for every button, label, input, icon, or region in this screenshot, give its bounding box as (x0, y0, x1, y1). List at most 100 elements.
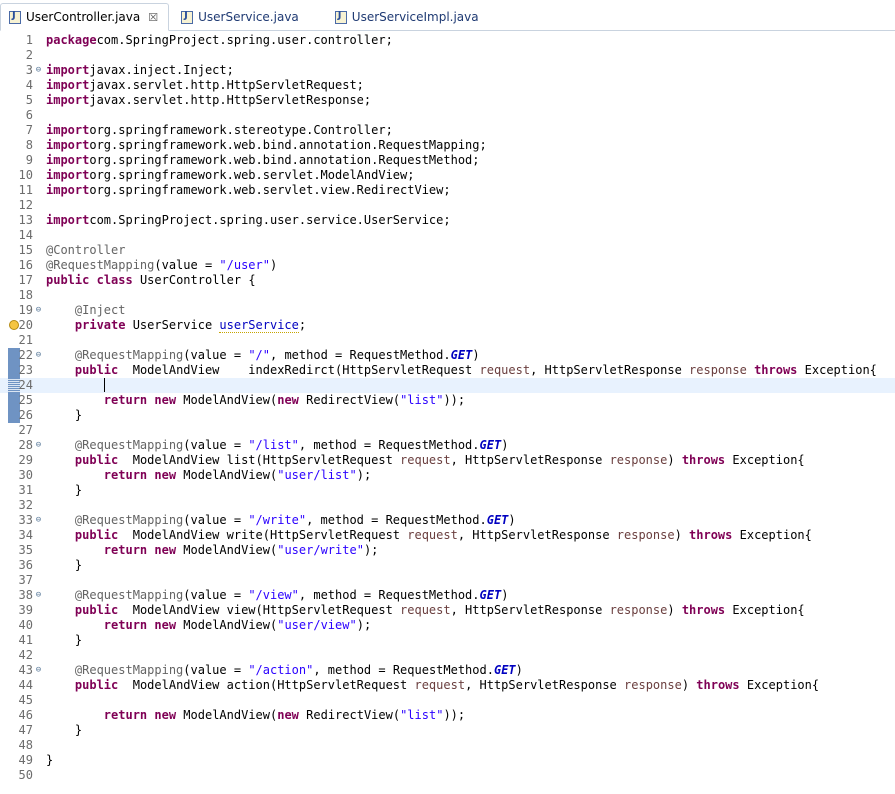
editor-tab-bar: UserController.java ☒ UserService.java U… (0, 0, 895, 31)
code-token: org.springframework.web.servlet.ModelAnd… (89, 168, 415, 182)
code-line[interactable]: 8 importorg.springframework.web.bind.anno… (0, 138, 895, 153)
line-number: 21 (18, 333, 33, 347)
code-line[interactable]: 19 ⊖ @Inject (0, 303, 895, 318)
code-token: return (103, 618, 148, 632)
fold-toggle-icon[interactable]: ⊖ (33, 63, 44, 78)
code-token: GET (486, 513, 509, 527)
code-token: import (46, 63, 90, 77)
code-line[interactable]: 25 return new ModelAndView(new RedirectV… (0, 393, 895, 408)
code-line[interactable]: 45 (0, 693, 895, 708)
code-token: ) (681, 678, 697, 692)
code-text: @Controller (44, 243, 895, 258)
code-token: RedirectView( (298, 393, 401, 407)
fold-toggle-icon[interactable]: ⊖ (33, 438, 44, 453)
code-line[interactable]: 7 importorg.springframework.stereotype.Co… (0, 123, 895, 138)
code-line[interactable]: 3 ⊖ importjavax.inject.Inject; (0, 63, 895, 78)
code-editor[interactable]: 1 packagecom.SpringProject.spring.user.co… (0, 31, 895, 794)
code-line[interactable]: 39 public ModelAndView view(HttpServletR… (0, 603, 895, 618)
code-token: "/write" (248, 513, 307, 527)
code-line[interactable]: 11 importorg.springframework.web.servlet.… (0, 183, 895, 198)
code-line[interactable]: 36 } (0, 558, 895, 573)
code-line[interactable]: 5 importjavax.servlet.http.HttpServletRes… (0, 93, 895, 108)
code-line[interactable]: 48 (0, 738, 895, 753)
code-line[interactable]: 41 } (0, 633, 895, 648)
code-token: new (154, 543, 177, 557)
code-line[interactable]: 16 @RequestMapping(value = "/user") (0, 258, 895, 273)
line-number: 41 (18, 633, 33, 647)
code-line[interactable]: 12 (0, 198, 895, 213)
warning-icon[interactable] (9, 320, 19, 330)
code-token: throws (754, 363, 798, 377)
code-text: importcom.SpringProject.spring.user.serv… (44, 213, 895, 228)
tab-usercontroller[interactable]: UserController.java ☒ (0, 3, 170, 31)
code-line[interactable]: 18 (0, 288, 895, 303)
code-line[interactable]: 17 public class UserController { (0, 273, 895, 288)
code-token: ModelAndView indexRedirct(HttpServletReq… (118, 363, 480, 377)
code-line[interactable]: 27 (0, 423, 895, 438)
code-line[interactable]: 32 (0, 498, 895, 513)
code-token: } (46, 483, 83, 497)
fold-toggle-icon[interactable]: ⊖ (33, 663, 44, 678)
code-token: GET (450, 348, 473, 362)
code-text: public ModelAndView list(HttpServletRequ… (44, 453, 895, 468)
fold-gutter (33, 363, 44, 378)
code-line[interactable]: 21 (0, 333, 895, 348)
code-line[interactable]: 2 (0, 48, 895, 63)
code-line[interactable]: 46 return new ModelAndView(new RedirectV… (0, 708, 895, 723)
code-line[interactable]: 4 importjavax.servlet.http.HttpServletReq… (0, 78, 895, 93)
code-line[interactable]: 47 } (0, 723, 895, 738)
code-token: , method = RequestMethod. (298, 588, 480, 602)
code-line[interactable]: 20 private UserService userService; (0, 318, 895, 333)
code-token: request (400, 453, 451, 467)
fold-toggle-icon[interactable]: ⊖ (33, 348, 44, 363)
code-token: )); (443, 708, 466, 722)
code-line[interactable]: 38 ⊖ @RequestMapping(value = "/view", met… (0, 588, 895, 603)
code-line[interactable]: 43 ⊖ @RequestMapping(value = "/action", m… (0, 663, 895, 678)
code-line[interactable]: 26 } (0, 408, 895, 423)
code-line[interactable]: 37 (0, 573, 895, 588)
code-line[interactable]: 9 importorg.springframework.web.bind.anno… (0, 153, 895, 168)
code-line[interactable]: 14 (0, 228, 895, 243)
fold-toggle-icon[interactable]: ⊖ (33, 588, 44, 603)
code-text: return new ModelAndView("user/list"); (44, 468, 895, 483)
code-token: import (46, 123, 90, 137)
fold-gutter (33, 618, 44, 633)
code-text: } (44, 723, 895, 738)
code-text: public class UserController { (44, 273, 895, 288)
code-line[interactable]: 29 public ModelAndView list(HttpServletR… (0, 453, 895, 468)
code-line[interactable]: 30 return new ModelAndView("user/list"); (0, 468, 895, 483)
code-line[interactable]: 40 return new ModelAndView("user/view"); (0, 618, 895, 633)
code-line[interactable]: 28 ⊖ @RequestMapping(value = "/list", met… (0, 438, 895, 453)
fold-gutter (33, 543, 44, 558)
code-line[interactable]: 15 @Controller (0, 243, 895, 258)
close-icon[interactable]: ☒ (148, 12, 158, 23)
code-line[interactable]: 44 public ModelAndView action(HttpServle… (0, 678, 895, 693)
code-line[interactable]: 50 (0, 768, 895, 783)
tab-userservice[interactable]: UserService.java (173, 4, 309, 30)
code-line[interactable]: 49} (0, 753, 895, 768)
code-line[interactable]: 10 importorg.springframework.web.servlet.… (0, 168, 895, 183)
fold-toggle-icon[interactable]: ⊖ (33, 303, 44, 318)
code-line[interactable]: 6 (0, 108, 895, 123)
code-line[interactable]: 24 (0, 378, 895, 393)
code-line[interactable]: 35 return new ModelAndView("user/write")… (0, 543, 895, 558)
code-line[interactable]: 23 public ModelAndView indexRedirct(Http… (0, 363, 895, 378)
code-token: UserService (125, 318, 220, 332)
code-line[interactable]: 31 } (0, 483, 895, 498)
code-token: , method = RequestMethod. (298, 438, 480, 452)
code-line[interactable]: 33 ⊖ @RequestMapping(value = "/write", me… (0, 513, 895, 528)
code-line[interactable]: 34 public ModelAndView write(HttpServlet… (0, 528, 895, 543)
fold-toggle-icon[interactable]: ⊖ (33, 513, 44, 528)
code-line[interactable]: 1 packagecom.SpringProject.spring.user.co… (0, 33, 895, 48)
code-token: , HttpServletResponse (450, 603, 610, 617)
code-line[interactable]: 22 ⊖ @RequestMapping(value = "/", method … (0, 348, 895, 363)
code-line[interactable]: 42 (0, 648, 895, 663)
code-text: @RequestMapping(value = "/user") (44, 258, 895, 273)
code-line[interactable]: 13 importcom.SpringProject.spring.user.se… (0, 213, 895, 228)
code-token: ) (269, 258, 278, 272)
tab-userserviceimpl[interactable]: UserServiceImpl.java (327, 4, 489, 30)
